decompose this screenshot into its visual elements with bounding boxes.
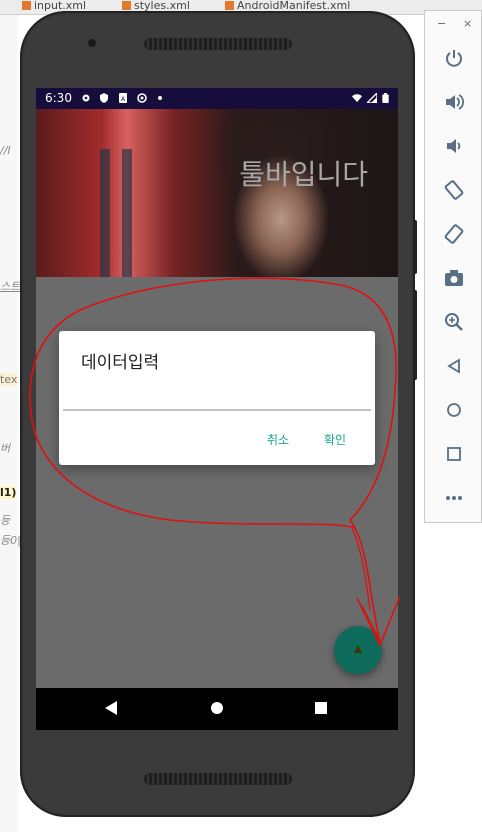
ide-code-fragment: 스트 [0,280,21,293]
confirm-button[interactable]: 확인 [324,431,346,448]
sd-card-icon: A [119,93,127,103]
toolbar-header-image: 툴바입니다 [36,109,398,277]
rotate-right-icon[interactable] [439,219,469,249]
notification-dot-icon [158,96,162,100]
floating-action-button[interactable] [334,626,382,674]
cancel-button[interactable]: 취소 [267,431,289,448]
settings-icon [82,94,90,102]
ide-code-fragment: //I [0,144,11,157]
battery-icon [382,93,389,103]
top-speaker [144,38,292,50]
signal-icon [367,93,377,103]
sync-icon [137,93,147,103]
shield-icon [100,93,108,103]
close-button[interactable]: × [463,17,472,30]
ide-code-fragment: tex [0,373,18,386]
wifi-icon [352,94,362,103]
xml-file-icon [225,1,234,10]
data-input-field[interactable] [63,391,371,411]
navigation-bar [36,688,398,730]
ide-code-fragment: 버 [0,442,11,455]
input-dialog: 데이터입력 취소 확인 [59,331,375,465]
status-time: 6:30 [45,91,72,105]
more-icon[interactable] [439,483,469,513]
nav-overview-icon[interactable] [314,700,328,716]
minimize-button[interactable]: − [437,17,446,30]
bottom-speaker [144,773,292,785]
front-camera [88,39,96,47]
xml-file-icon [22,1,31,10]
nav-home-icon[interactable] [210,700,224,716]
dialog-title: 데이터입력 [81,353,160,373]
ide-code-fragment: 등0| [0,534,21,547]
status-bar: 6:30 A [36,88,398,109]
ide-code-fragment: 등 [0,514,11,527]
nav-back-icon[interactable] [104,700,118,716]
home-icon[interactable] [439,395,469,425]
rotate-left-icon[interactable] [439,175,469,205]
power-key [413,220,417,274]
volume-key [413,290,417,380]
zoom-icon[interactable] [439,307,469,337]
power-icon[interactable] [439,43,469,73]
back-icon[interactable] [439,351,469,381]
fab-icon [354,645,362,653]
toolbar-title: 툴바입니다 [239,158,368,191]
volume-down-icon[interactable] [439,131,469,161]
emulator-toolbar: − × [424,10,482,523]
ide-gutter [0,15,18,832]
overview-icon[interactable] [439,439,469,469]
volume-up-icon[interactable] [439,87,469,117]
screenshot-icon[interactable] [439,263,469,293]
ide-code-fragment: l1) [0,486,17,499]
xml-file-icon [122,1,131,10]
